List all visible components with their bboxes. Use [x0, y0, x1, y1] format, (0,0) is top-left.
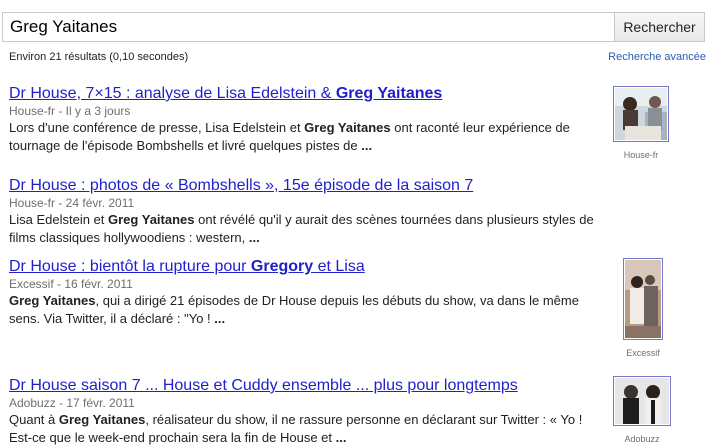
- search-bar: Rechercher: [2, 12, 705, 42]
- thumbnail-image[interactable]: [613, 376, 671, 426]
- result-thumbnail[interactable]: House-fr: [612, 86, 670, 160]
- search-input[interactable]: [2, 12, 618, 42]
- result-title-link[interactable]: Dr House, 7×15 : analyse de Lisa Edelste…: [9, 84, 599, 103]
- result-snippet: Lisa Edelstein et Greg Yaitanes ont révé…: [9, 212, 594, 245]
- search-result: Dr House saison 7 ... House et Cuddy ens…: [9, 376, 599, 447]
- thumbnail-source: Excessif: [626, 348, 660, 358]
- result-source-date: House-fr - 24 févr. 2011: [9, 196, 135, 210]
- result-thumbnail[interactable]: Excessif: [623, 258, 663, 358]
- result-title-link[interactable]: Dr House : photos de « Bombshells », 15e…: [9, 176, 599, 195]
- search-result: Dr House : bientôt la rupture pour Grego…: [9, 257, 599, 328]
- result-source-date: Excessif - 16 févr. 2011: [9, 277, 133, 291]
- result-title-link[interactable]: Dr House saison 7 ... House et Cuddy ens…: [9, 376, 599, 395]
- thumbnail-image[interactable]: [623, 258, 663, 340]
- result-title-link[interactable]: Dr House : bientôt la rupture pour Grego…: [9, 257, 599, 276]
- result-source-date: House-fr - Il y a 3 jours: [9, 104, 131, 118]
- result-source-date: Adobuzz - 17 févr. 2011: [9, 396, 135, 410]
- search-result: Dr House, 7×15 : analyse de Lisa Edelste…: [9, 84, 599, 155]
- result-thumbnail[interactable]: Adobuzz: [612, 376, 672, 444]
- thumbnail-source: Adobuzz: [624, 434, 660, 444]
- search-button[interactable]: Rechercher: [614, 12, 705, 42]
- advanced-search-link[interactable]: Recherche avancée: [608, 51, 706, 63]
- result-snippet: Lors d'une conférence de presse, Lisa Ed…: [9, 120, 570, 153]
- result-stats: Environ 21 résultats (0,10 secondes): [9, 51, 189, 63]
- result-snippet: Quant à Greg Yaitanes, réalisateur du sh…: [9, 412, 583, 445]
- thumbnail-source: House-fr: [623, 150, 659, 160]
- thumbnail-image[interactable]: [613, 86, 669, 142]
- search-result: Dr House : photos de « Bombshells », 15e…: [9, 176, 599, 247]
- result-snippet: Greg Yaitanes, qui a dirigé 21 épisodes …: [9, 293, 579, 326]
